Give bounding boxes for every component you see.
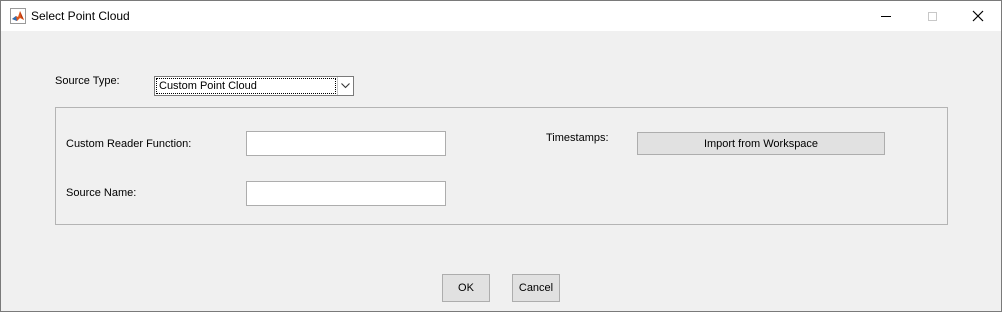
settings-panel — [55, 107, 948, 225]
maximize-button[interactable] — [909, 1, 955, 31]
dialog-window: Select Point Cloud Source Type: Custom P… — [0, 0, 1002, 312]
matlab-icon — [10, 8, 26, 24]
title-bar: Select Point Cloud — [1, 1, 1001, 31]
minimize-button[interactable] — [863, 1, 909, 31]
source-type-value: Custom Point Cloud — [156, 78, 336, 94]
custom-reader-function-input[interactable] — [246, 131, 446, 156]
close-button[interactable] — [955, 1, 1001, 31]
source-name-input[interactable] — [246, 181, 446, 206]
source-type-select[interactable]: Custom Point Cloud — [154, 76, 354, 96]
window-title: Select Point Cloud — [31, 9, 130, 23]
timestamps-label: Timestamps: — [546, 132, 609, 144]
source-type-label: Source Type: — [55, 75, 120, 87]
source-name-label: Source Name: — [66, 187, 137, 199]
cancel-button[interactable]: Cancel — [512, 274, 560, 302]
maximize-icon — [927, 11, 937, 21]
ok-button[interactable]: OK — [442, 274, 490, 302]
close-icon — [972, 10, 984, 22]
minimize-icon — [881, 15, 891, 17]
chevron-down-icon[interactable] — [337, 77, 353, 95]
custom-reader-function-label: Custom Reader Function: — [66, 138, 192, 150]
import-from-workspace-button[interactable]: Import from Workspace — [637, 132, 885, 155]
